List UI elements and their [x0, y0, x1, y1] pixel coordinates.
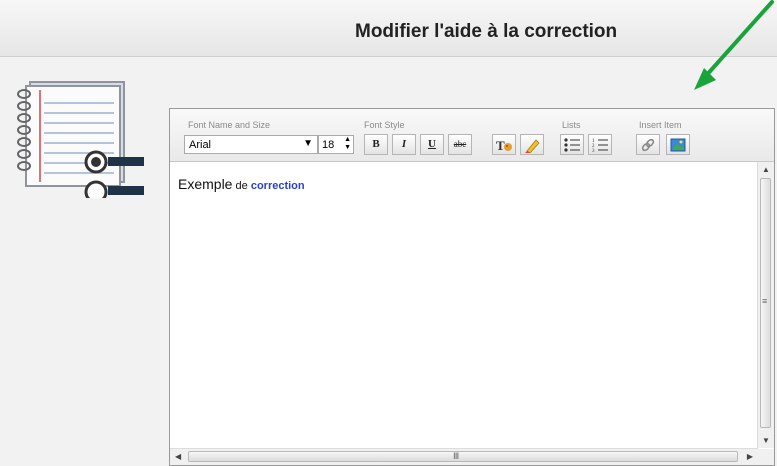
scroll-up-icon[interactable]: ▲ — [762, 165, 770, 174]
lists-group-label: Lists — [562, 120, 581, 130]
notebook-icon — [17, 81, 144, 198]
font-size-value: 18 — [322, 139, 335, 151]
editor-toolbar: Font Name and Size Font Style Lists Inse… — [170, 109, 774, 162]
grip-icon: Ⅲ — [453, 451, 460, 461]
horizontal-scrollbar[interactable]: ◀ Ⅲ ▶ — [170, 448, 758, 465]
chevron-down-icon: ▼ — [303, 138, 313, 149]
scroll-corner — [758, 449, 774, 465]
vertical-scrollbar[interactable]: ▲ ≡ ▼ — [757, 162, 774, 448]
page-header: Modifier l'aide à la correction — [0, 0, 777, 57]
grip-icon: ≡ — [762, 296, 768, 306]
insert-group-label: Insert Item — [639, 120, 682, 130]
underline-button[interactable]: U — [420, 134, 444, 155]
style-group-label: Font Style — [364, 120, 405, 130]
image-icon — [670, 138, 686, 152]
strikethrough-button[interactable]: abc — [448, 134, 472, 155]
page-title: Modifier l'aide à la correction — [355, 21, 618, 42]
scroll-left-icon[interactable]: ◀ — [175, 452, 181, 461]
bullet-list-icon — [564, 138, 580, 152]
arrow-icon — [694, 0, 774, 90]
content-text: Exemple de correction — [178, 176, 305, 192]
italic-button[interactable]: I — [392, 134, 416, 155]
font-color-icon: T — [496, 138, 512, 153]
svg-text:T: T — [496, 138, 505, 153]
numbered-list-button[interactable]: 1 2 3 — [588, 134, 612, 155]
rich-text-editor: Font Name and Size Font Style Lists Inse… — [169, 108, 775, 466]
scroll-right-icon[interactable]: ▶ — [747, 452, 753, 461]
highlight-icon — [525, 139, 540, 154]
font-group-label: Font Name and Size — [188, 120, 271, 130]
numbered-list-icon: 1 2 3 — [592, 139, 608, 154]
horizontal-scroll-thumb[interactable] — [188, 451, 738, 462]
link-icon — [641, 138, 655, 152]
content-word-correction: correction — [250, 180, 305, 192]
spin-arrows-icon: ▲ ▼ — [344, 136, 351, 151]
insert-image-button[interactable] — [666, 134, 690, 155]
insert-link-button[interactable] — [636, 134, 660, 155]
bold-button[interactable]: B — [364, 134, 388, 155]
font-size-stepper[interactable]: 18 ▲ ▼ — [318, 135, 354, 154]
editor-content[interactable]: Exemple de correction — [170, 162, 758, 448]
content-word-exemple: Exemple — [178, 176, 233, 192]
highlight-button[interactable] — [520, 134, 544, 155]
bullet-list-button[interactable] — [560, 134, 584, 155]
scroll-down-icon[interactable]: ▼ — [762, 436, 770, 445]
svg-text:3: 3 — [592, 149, 595, 153]
font-name-select[interactable]: Arial ▼ — [184, 135, 318, 154]
font-name-value: Arial — [189, 139, 212, 151]
font-color-button[interactable]: T — [492, 134, 516, 155]
content-word-de: de — [232, 180, 251, 192]
